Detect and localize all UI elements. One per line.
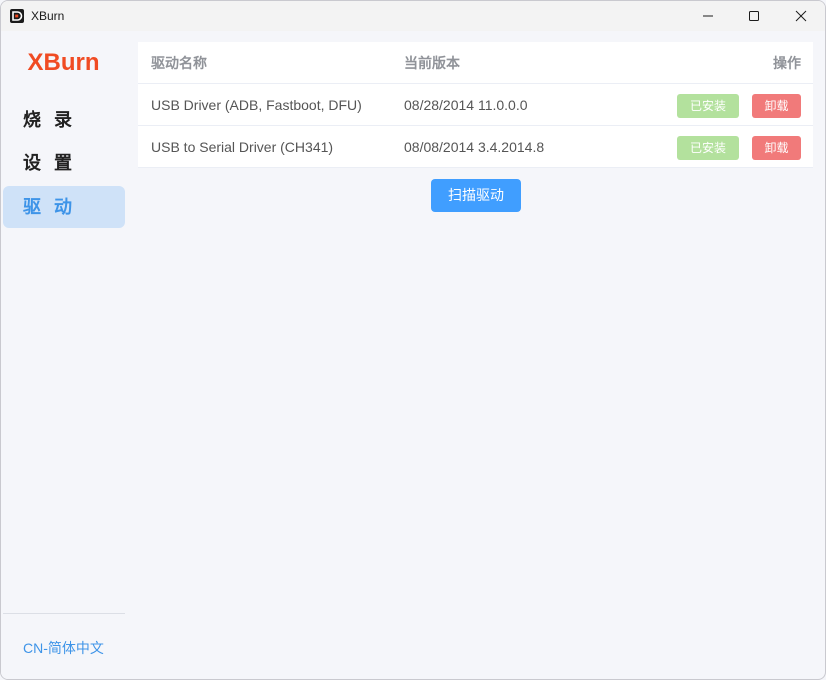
- table-row: USB Driver (ADB, Fastboot, DFU) 08/28/20…: [138, 84, 813, 126]
- brand-logo: XBurn: [27, 49, 100, 76]
- table-header: 驱动名称 当前版本 操作: [138, 42, 813, 84]
- sidebar-item-burn[interactable]: 烧 录: [3, 99, 125, 141]
- close-button[interactable]: [778, 1, 824, 31]
- installed-button[interactable]: 已安装: [677, 94, 739, 118]
- driver-name: USB to Serial Driver (CH341): [151, 139, 334, 155]
- sidebar-item-settings[interactable]: 设 置: [3, 142, 125, 184]
- uninstall-button[interactable]: 卸载: [752, 136, 801, 160]
- sidebar-item-drivers[interactable]: 驱 动: [3, 186, 125, 228]
- sidebar: XBurn 烧 录 设 置 驱 动 CN-简体中文: [1, 31, 126, 679]
- table-row: USB to Serial Driver (CH341) 08/08/2014 …: [138, 126, 813, 168]
- window-title: XBurn: [31, 9, 65, 23]
- language-selector[interactable]: CN-简体中文: [23, 638, 104, 658]
- uninstall-button[interactable]: 卸载: [752, 94, 801, 118]
- close-icon: [795, 10, 807, 22]
- maximize-icon: [749, 11, 759, 21]
- minimize-icon: [703, 15, 713, 17]
- driver-name: USB Driver (ADB, Fastboot, DFU): [151, 97, 362, 113]
- driver-version: 08/08/2014 3.4.2014.8: [404, 139, 545, 155]
- xburn-logo-icon: [10, 9, 24, 23]
- header-action: 操作: [773, 55, 801, 71]
- title-bar[interactable]: XBurn: [1, 1, 825, 31]
- header-current-version: 当前版本: [404, 55, 460, 71]
- minimize-button[interactable]: [685, 1, 731, 31]
- header-driver-name: 驱动名称: [151, 55, 207, 71]
- maximize-button[interactable]: [731, 1, 777, 31]
- installed-button[interactable]: 已安装: [677, 136, 739, 160]
- driver-version: 08/28/2014 11.0.0.0: [404, 97, 528, 113]
- sidebar-divider: [3, 613, 125, 614]
- scan-drivers-button[interactable]: 扫描驱动: [431, 179, 521, 212]
- app-window: XBurn XBurn 烧 录 设 置 驱 动 CN-简体中文 驱动名称 当前版…: [0, 0, 826, 680]
- driver-table: 驱动名称 当前版本 操作 USB Driver (ADB, Fastboot, …: [138, 42, 813, 168]
